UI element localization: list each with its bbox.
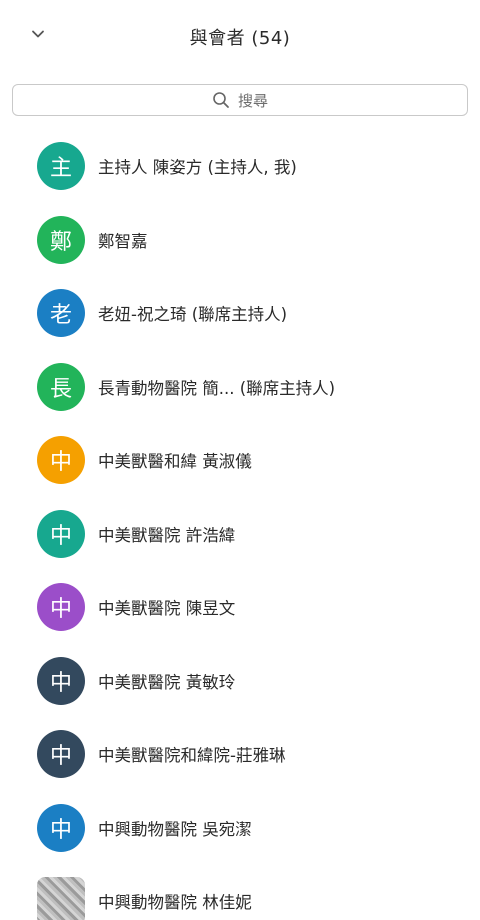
avatar: 主: [37, 142, 85, 190]
participant-list: 主主持人 陳姿方 (主持人, 我) 鄭鄭智嘉老老妞-祝之琦 (聯席主持人) 長長青動…: [0, 128, 480, 920]
avatar: [37, 877, 85, 920]
participant-row[interactable]: 主主持人 陳姿方 (主持人, 我): [0, 128, 480, 202]
avatar: 中: [37, 730, 85, 778]
participant-row[interactable]: 中興動物醫院 林佳妮: [0, 863, 480, 920]
participant-row[interactable]: 中中美獸醫院和緯院-莊雅琳: [0, 716, 480, 790]
avatar: 中: [37, 436, 85, 484]
participant-row[interactable]: 中中美獸醫院 許浩緯: [0, 496, 480, 570]
participant-row[interactable]: 鄭鄭智嘉: [0, 202, 480, 276]
participants-panel: 與會者 (54) 搜尋 主主持人 陳姿方 (主持人, 我) 鄭鄭智嘉老老妞-祝之琦…: [0, 0, 480, 920]
avatar: 長: [37, 362, 85, 411]
panel-header: 與會者 (54): [0, 0, 480, 74]
participant-name: 中美獸醫院 陳昱文: [98, 599, 236, 618]
participant-name: 中美獸醫和緯 黃淑儀: [98, 452, 252, 471]
participant-name: 中美獸醫院和緯院-莊雅琳: [98, 746, 286, 765]
avatar: 中: [37, 803, 85, 852]
avatar: 中: [37, 656, 85, 705]
participant-row[interactable]: 長長青動物醫院 簡... (聯席主持人): [0, 349, 480, 423]
participant-row[interactable]: 老老妞-祝之琦 (聯席主持人): [0, 275, 480, 349]
search-icon: [212, 91, 230, 109]
avatar: 中: [37, 509, 85, 558]
panel-title: 與會者 (54): [189, 28, 291, 49]
participant-name: 中美獸醫院 許浩緯: [98, 525, 236, 545]
search-placeholder: 搜尋: [237, 91, 268, 110]
participant-name: 老妞-祝之琦 (聯席主持人): [98, 305, 288, 324]
participant-name: 中興動物醫院 吳宛潔: [98, 819, 252, 839]
participant-name: 中興動物醫院 林佳妮: [98, 893, 252, 912]
participant-name: 鄭智嘉: [98, 231, 148, 251]
participant-name: 長青動物醫院 簡... (聯席主持人): [98, 378, 336, 398]
avatar: 鄭: [37, 215, 85, 264]
avatar: 中: [37, 583, 85, 631]
avatar: 老: [37, 289, 85, 337]
participant-row[interactable]: 中中興動物醫院 吳宛潔: [0, 790, 480, 864]
participant-name: 中美獸醫院 黃敏玲: [98, 672, 236, 692]
participant-row[interactable]: 中中美獸醫院 黃敏玲: [0, 643, 480, 717]
participant-row[interactable]: 中中美獸醫和緯 黃淑儀: [0, 422, 480, 496]
participant-row[interactable]: 中中美獸醫院 陳昱文: [0, 569, 480, 643]
search-input[interactable]: 搜尋: [12, 84, 468, 116]
participant-name: 主持人 陳姿方 (主持人, 我): [98, 158, 297, 177]
